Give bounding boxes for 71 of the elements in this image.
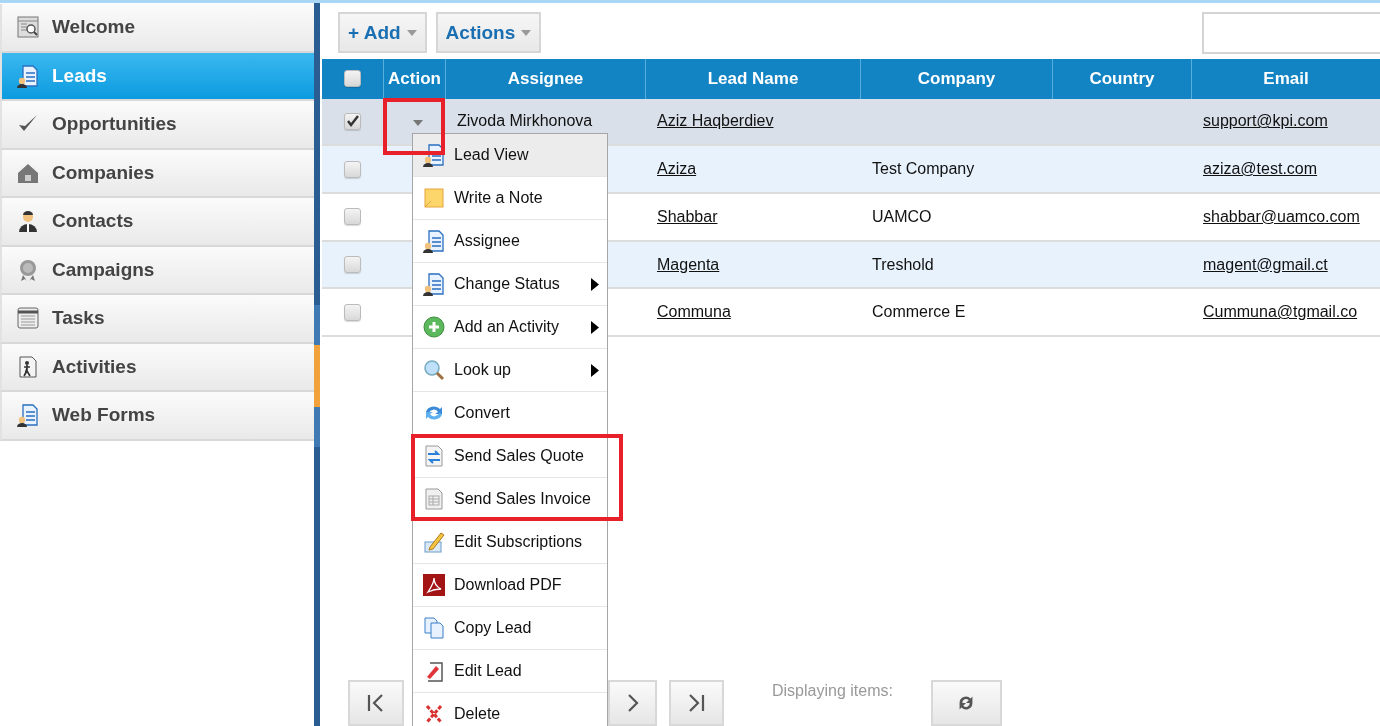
add-button[interactable]: + Add — [338, 12, 427, 53]
sidebar-item[interactable]: Contacts — [0, 198, 314, 247]
sidebar-item[interactable]: Companies — [0, 149, 314, 198]
submenu-arrow-icon — [591, 321, 599, 334]
table-cell: UAMCO — [872, 207, 932, 226]
search-field[interactable] — [1202, 12, 1380, 54]
document-table-icon — [422, 487, 446, 511]
caret-icon — [521, 29, 532, 36]
next-page-button[interactable] — [608, 680, 657, 726]
row-checkbox[interactable] — [344, 160, 361, 178]
row-checkbox[interactable] — [344, 208, 361, 226]
row-checkbox[interactable] — [344, 256, 361, 273]
search-icon — [422, 358, 446, 382]
column-header[interactable]: Company — [860, 58, 1052, 99]
first-page-icon — [366, 693, 386, 714]
refresh-button[interactable] — [930, 680, 1002, 726]
document-person-icon — [422, 272, 446, 296]
document-person-icon — [422, 143, 446, 167]
menu-item[interactable]: Lead View — [413, 134, 607, 177]
sidebar-item[interactable]: Opportunities — [0, 101, 314, 150]
lead-name-link[interactable]: Magenta — [657, 255, 720, 274]
pencil-icon — [422, 530, 446, 554]
table-row[interactable]: Zivoda Mirkhonova Aziz Haqberdiev support@kpi.com — [322, 98, 1380, 147]
caret-icon — [406, 29, 417, 36]
table-cell: Treshold — [872, 255, 934, 274]
lead-name-link[interactable]: Aziza — [657, 160, 697, 179]
person-icon — [16, 209, 40, 234]
document-person-icon — [16, 63, 40, 88]
table-cell: Zivoda Mirkhonova — [457, 112, 593, 131]
document-figure-icon — [16, 354, 40, 379]
lead-name-link[interactable]: Aziz Haqberdiev — [657, 112, 774, 131]
column-header[interactable]: Assignee — [445, 58, 645, 99]
note-icon — [422, 186, 446, 210]
sidebar-item[interactable]: Welcome — [0, 4, 314, 53]
select-all-checkbox[interactable] — [344, 70, 361, 88]
first-page-button[interactable] — [348, 680, 404, 726]
email-link[interactable]: aziza@test.com — [1203, 160, 1318, 179]
row-checkbox[interactable] — [344, 303, 361, 321]
table-cell: Test Company — [872, 160, 975, 179]
lead-name-link[interactable]: Shabbar — [657, 207, 718, 226]
document-arrows-icon — [422, 444, 446, 468]
last-page-icon — [686, 693, 707, 714]
email-link[interactable]: magent@gmail.ct — [1203, 255, 1328, 274]
document-person-icon — [422, 229, 446, 253]
email-link[interactable]: support@kpi.com — [1203, 112, 1328, 131]
email-link[interactable]: Cummuna@tgmail.co — [1203, 303, 1358, 322]
highlight-frame — [383, 98, 445, 155]
email-link[interactable]: shabbar@uamco.com — [1203, 207, 1360, 226]
sidebar-item[interactable]: Tasks — [0, 295, 314, 344]
pager-status: Displaying items: — [772, 682, 893, 701]
plus-circle-icon — [422, 315, 446, 339]
pdf-icon — [422, 573, 446, 597]
list-icon — [16, 306, 40, 331]
caret-icon[interactable] — [413, 119, 423, 126]
actions-button[interactable]: Actions — [435, 12, 542, 53]
sidebar-item[interactable]: Web Forms — [0, 392, 314, 441]
sidebar-item[interactable]: Campaigns — [0, 246, 314, 295]
document-person-icon — [16, 403, 40, 428]
column-header[interactable]: Email — [1191, 58, 1380, 99]
submenu-arrow-icon — [591, 364, 599, 377]
magnifier-window-icon — [16, 15, 40, 40]
sidebar-item[interactable]: Activities — [0, 343, 314, 392]
last-page-button[interactable] — [669, 680, 724, 726]
column-header[interactable]: Country — [1052, 58, 1191, 99]
row-checkbox[interactable] — [344, 112, 361, 130]
lead-name-link[interactable]: Communa — [657, 303, 731, 322]
copy-icon — [422, 616, 446, 640]
submenu-arrow-icon — [591, 278, 599, 291]
column-header[interactable]: Lead Name — [645, 58, 860, 99]
column-header[interactable]: Action — [383, 58, 445, 99]
table-cell: Commerce E — [872, 303, 966, 322]
